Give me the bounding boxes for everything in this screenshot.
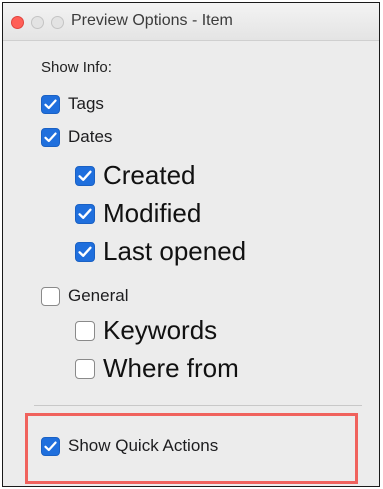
where-from-option[interactable]: Where from bbox=[75, 353, 239, 384]
where-from-checkbox[interactable] bbox=[75, 358, 95, 379]
minimize-window-button[interactable] bbox=[31, 16, 44, 29]
checkmark-icon bbox=[78, 208, 92, 219]
created-option[interactable]: Created bbox=[75, 160, 196, 191]
last-opened-label: Last opened bbox=[103, 236, 247, 266]
section-divider bbox=[34, 405, 362, 406]
checkmark-icon bbox=[78, 170, 92, 181]
general-label: General bbox=[68, 286, 129, 305]
preview-options-window: Preview Options - Item Show Info: Tags D… bbox=[2, 2, 380, 487]
keywords-checkbox[interactable] bbox=[75, 320, 95, 341]
close-window-button[interactable] bbox=[11, 16, 24, 29]
modified-option[interactable]: Modified bbox=[75, 198, 201, 229]
checkmark-icon bbox=[44, 99, 57, 109]
dates-option[interactable]: Dates bbox=[41, 127, 112, 147]
tags-label: Tags bbox=[68, 94, 104, 113]
last-opened-option[interactable]: Last opened bbox=[75, 236, 246, 267]
dates-checkbox[interactable] bbox=[41, 127, 60, 147]
created-label: Created bbox=[103, 160, 196, 190]
title-bar: Preview Options - Item bbox=[3, 3, 379, 41]
keywords-label: Keywords bbox=[103, 315, 218, 345]
show-info-label: Show Info: bbox=[41, 59, 112, 76]
last-opened-checkbox[interactable] bbox=[75, 241, 95, 262]
checkmark-icon bbox=[44, 132, 57, 142]
where-from-label: Where from bbox=[103, 353, 239, 383]
tags-option[interactable]: Tags bbox=[41, 94, 104, 114]
keywords-option[interactable]: Keywords bbox=[75, 315, 217, 346]
tags-checkbox[interactable] bbox=[41, 94, 60, 114]
show-quick-actions-checkbox[interactable] bbox=[41, 436, 60, 456]
general-checkbox[interactable] bbox=[41, 286, 60, 306]
created-checkbox[interactable] bbox=[75, 165, 95, 186]
modified-label: Modified bbox=[103, 198, 202, 228]
window-title: Preview Options - Item bbox=[71, 12, 233, 29]
show-quick-actions-label: Show Quick Actions bbox=[68, 436, 219, 455]
show-quick-actions-option[interactable]: Show Quick Actions bbox=[41, 436, 218, 456]
checkmark-icon bbox=[78, 246, 92, 257]
modified-checkbox[interactable] bbox=[75, 203, 95, 224]
zoom-window-button[interactable] bbox=[51, 16, 64, 29]
checkmark-icon bbox=[44, 441, 57, 451]
dates-label: Dates bbox=[68, 127, 113, 146]
general-option[interactable]: General bbox=[41, 286, 128, 306]
